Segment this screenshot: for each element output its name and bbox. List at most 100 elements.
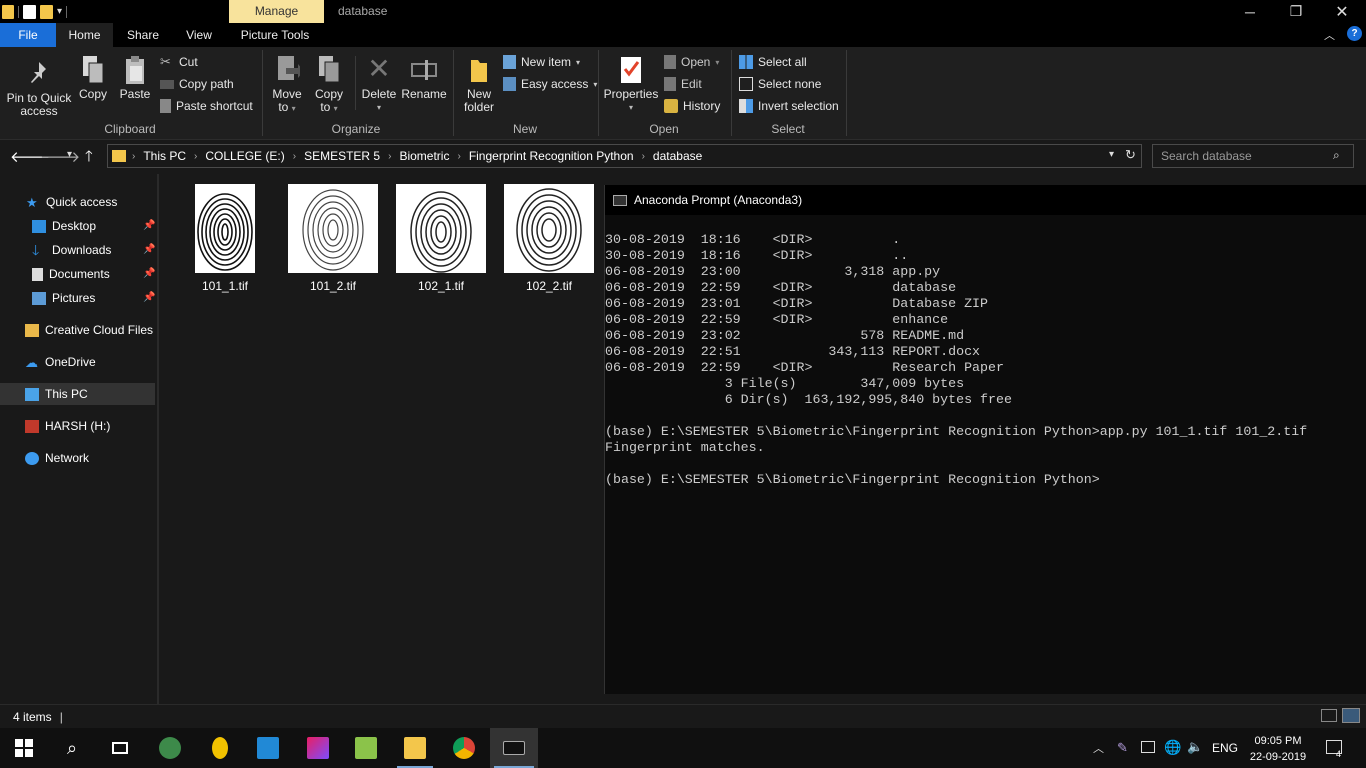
manage-tab[interactable]: Manage: [229, 0, 324, 23]
taskbar-vscode[interactable]: [244, 728, 292, 768]
refresh-icon[interactable]: ↻: [1125, 147, 1136, 163]
file-item[interactable]: 102_1.tif: [392, 184, 490, 293]
edit-button[interactable]: Edit: [664, 75, 702, 93]
breadcrumb-biometric[interactable]: Biometric: [393, 149, 455, 163]
search-input[interactable]: Search database: [1152, 144, 1354, 168]
file-item[interactable]: 101_2.tif: [284, 184, 382, 293]
details-view-icon[interactable]: [1321, 709, 1337, 722]
chevron-right-icon: ›: [292, 150, 297, 162]
breadcrumb-database[interactable]: database: [647, 149, 708, 163]
address-dropdown-icon[interactable]: ▾: [1109, 149, 1114, 160]
nav-desktop[interactable]: Desktop 📌: [32, 215, 155, 237]
customize-toolbar-icon[interactable]: ▾: [57, 6, 62, 17]
nav-harsh-drive[interactable]: HARSH (H:): [25, 415, 180, 437]
delete-button[interactable]: ✕ Delete ▾: [359, 54, 399, 114]
clock[interactable]: 09:05 PM 22-09-2019: [1246, 733, 1310, 765]
taskbar-notepad-plus[interactable]: [342, 728, 390, 768]
nav-pictures[interactable]: Pictures 📌: [32, 287, 155, 309]
rename-button[interactable]: Rename: [401, 54, 447, 101]
battery-icon[interactable]: [1141, 741, 1155, 753]
search-button[interactable]: ⌕: [48, 728, 96, 768]
taskbar-intellij[interactable]: [294, 728, 342, 768]
restore-button[interactable]: ❐: [1273, 0, 1319, 23]
new-folder-button[interactable]: New folder: [460, 54, 498, 114]
divider: |: [59, 709, 63, 724]
nav-downloads[interactable]: 🡓 Downloads 📌: [32, 239, 155, 261]
fingerprint-thumbnail: [396, 184, 486, 273]
properties-icon: [618, 54, 644, 84]
cut-button[interactable]: ✂ Cut: [160, 53, 198, 71]
copy-path-button[interactable]: Copy path: [160, 75, 234, 93]
select-all-button[interactable]: Select all: [739, 53, 807, 71]
breadcrumb-semester[interactable]: SEMESTER 5: [298, 149, 386, 163]
console-line: 3 File(s) 347,009 bytes: [605, 376, 965, 391]
console-line: (base) E:\SEMESTER 5\Biometric\Fingerpri…: [605, 472, 1100, 487]
invert-selection-button[interactable]: Invert selection: [739, 97, 839, 115]
paste-shortcut-button[interactable]: Paste shortcut: [160, 97, 253, 115]
open-button[interactable]: Open ▾: [664, 53, 719, 71]
task-view-button[interactable]: [96, 728, 144, 768]
taskbar-anaconda-prompt[interactable]: [490, 728, 538, 768]
window-title: database: [338, 4, 388, 18]
pin-to-quick-access-button[interactable]: Pin to Quick access: [6, 58, 72, 118]
up-arrow-icon[interactable]: 🡑: [85, 146, 93, 171]
task-view-icon: [112, 742, 128, 754]
properties-button[interactable]: Properties ▾: [602, 54, 660, 114]
rename-label: Rename: [401, 87, 447, 101]
nav-documents[interactable]: Documents 📌: [32, 263, 155, 285]
new-folder-icon[interactable]: [40, 4, 53, 19]
nav-creative-cloud[interactable]: Creative Cloud Files: [25, 319, 180, 341]
nav-network[interactable]: Network: [25, 447, 180, 469]
close-button[interactable]: ✕: [1319, 0, 1365, 23]
tab-share[interactable]: Share: [118, 23, 168, 47]
tab-view[interactable]: View: [176, 23, 222, 47]
taskbar-android-studio[interactable]: [146, 728, 194, 768]
breadcrumb-this-pc[interactable]: This PC: [137, 149, 192, 163]
forward-arrow-icon[interactable]: 🡒: [40, 147, 80, 166]
minimize-button[interactable]: ─: [1227, 0, 1273, 23]
breadcrumb-fingerprint[interactable]: Fingerprint Recognition Python: [463, 149, 640, 163]
nav-this-pc[interactable]: This PC: [0, 383, 155, 405]
move-to-button[interactable]: Move to ▾: [268, 54, 306, 115]
help-icon[interactable]: ?: [1347, 26, 1362, 41]
taskbar-file-explorer[interactable]: [391, 728, 439, 768]
tab-file[interactable]: File: [0, 23, 56, 47]
folder-icon[interactable]: [2, 4, 14, 19]
start-button[interactable]: [0, 728, 48, 768]
move-to-icon: [274, 54, 304, 84]
easy-access-button[interactable]: Easy access ▾: [503, 75, 597, 93]
network-globe-icon[interactable]: 🌐: [1164, 739, 1181, 756]
properties-icon[interactable]: [23, 4, 36, 19]
large-icons-view-icon[interactable]: [1342, 708, 1360, 723]
volume-icon[interactable]: 🔈: [1187, 739, 1203, 755]
collapse-ribbon-icon[interactable]: ︿: [1324, 27, 1335, 43]
recent-locations-icon[interactable]: ▾: [67, 149, 72, 160]
select-none-button[interactable]: Select none: [739, 75, 821, 93]
nav-quick-access[interactable]: ★ Quick access: [26, 191, 181, 213]
paste-button[interactable]: Paste: [116, 54, 154, 101]
console-output[interactable]: 30-08-2019 18:16 <DIR> . 30-08-2019 18:16…: [605, 232, 1307, 488]
pin-label-2: access: [20, 104, 58, 118]
copy-path-label: Copy path: [179, 77, 234, 91]
console-title-bar[interactable]: Anaconda Prompt (Anaconda3): [605, 185, 1366, 215]
group-select-label: Select: [771, 122, 805, 136]
scissors-icon: ✂: [160, 54, 171, 69]
breadcrumb-college[interactable]: COLLEGE (E:): [199, 149, 290, 163]
copy-button[interactable]: Copy: [74, 54, 112, 101]
pen-icon[interactable]: ✎: [1117, 740, 1131, 755]
chevron-up-icon[interactable]: ︿: [1093, 740, 1104, 756]
file-item[interactable]: 102_2.tif: [500, 184, 598, 293]
taskbar-tips[interactable]: [196, 728, 244, 768]
new-item-button[interactable]: New item ▾: [503, 53, 580, 71]
file-item[interactable]: 101_1.tif: [192, 184, 258, 293]
nav-onedrive[interactable]: ☁ OneDrive: [25, 351, 180, 373]
tab-picture-tools[interactable]: Picture Tools: [232, 23, 318, 47]
language-indicator[interactable]: ENG: [1212, 741, 1238, 755]
taskbar-chrome[interactable]: [440, 728, 488, 768]
copy-to-button[interactable]: Copy to ▾: [310, 54, 348, 115]
creative-cloud-folder-icon: [25, 323, 39, 337]
console-window[interactable]: Anaconda Prompt (Anaconda3) 30-08-2019 1…: [604, 185, 1366, 694]
tab-home[interactable]: Home: [56, 23, 113, 47]
address-bar[interactable]: › This PC › COLLEGE (E:) › SEMESTER 5 › …: [107, 144, 1142, 168]
history-button[interactable]: History: [664, 97, 720, 115]
